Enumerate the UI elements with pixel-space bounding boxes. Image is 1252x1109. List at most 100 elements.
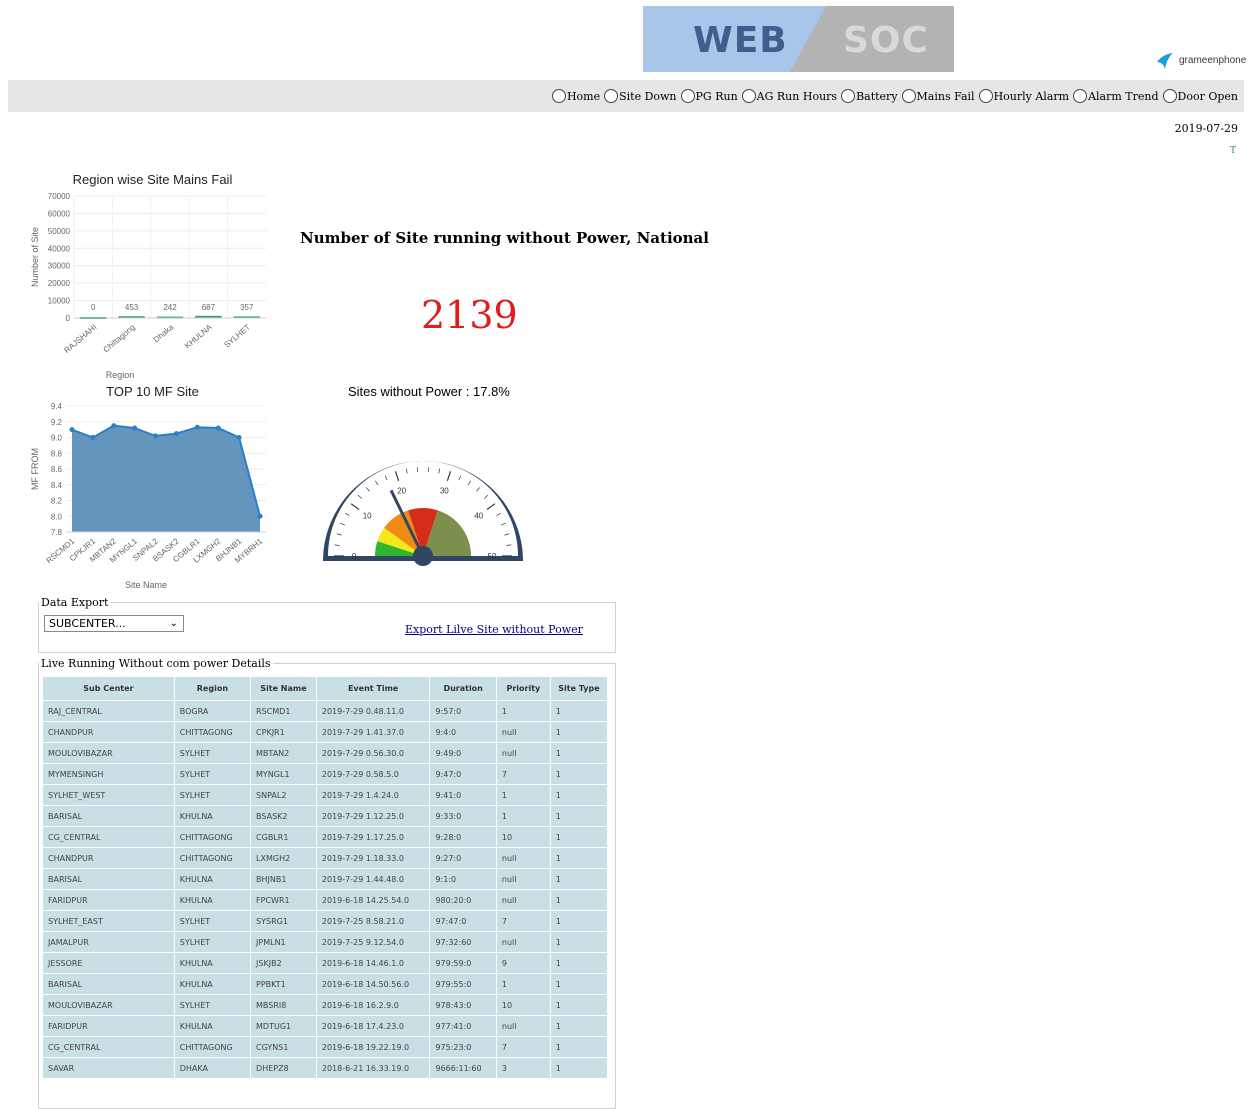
table-cell: 9:1:0 bbox=[430, 869, 496, 890]
bar-data-label: 357 bbox=[240, 303, 254, 312]
table-row[interactable]: SYLHET_EASTSYLHETSYSRG12019-7-25 8.58.21… bbox=[43, 911, 608, 932]
table-cell: FPCWR1 bbox=[251, 890, 317, 911]
nav-label-home: Home bbox=[567, 90, 600, 103]
radio-door-open[interactable] bbox=[1163, 89, 1177, 103]
area-ytick-label: 7.8 bbox=[51, 528, 63, 537]
table-cell: CGBLR1 bbox=[251, 827, 317, 848]
nav-item-battery[interactable]: Battery bbox=[841, 89, 897, 103]
subcenter-select[interactable]: SUBCENTER... ⌄ bbox=[44, 615, 184, 632]
nav-item-home[interactable]: Home bbox=[552, 89, 600, 103]
table-cell: 1 bbox=[550, 995, 607, 1016]
table-cell: SYLHET bbox=[174, 932, 250, 953]
table-cell: 9666:11:60 bbox=[430, 1058, 496, 1079]
nav-item-alarm-trend[interactable]: Alarm Trend bbox=[1073, 89, 1158, 103]
nav-label-alarm-trend: Alarm Trend bbox=[1088, 90, 1158, 103]
table-cell: null bbox=[496, 869, 550, 890]
column-header-site-name[interactable]: Site Name bbox=[251, 677, 317, 701]
table-cell: SYLHET bbox=[174, 995, 250, 1016]
table-cell: SYLHET bbox=[174, 764, 250, 785]
radio-site-down[interactable] bbox=[604, 89, 618, 103]
table-cell: 1 bbox=[496, 974, 550, 995]
table-cell: MOULOVIBAZAR bbox=[43, 743, 175, 764]
radio-mains-fail[interactable] bbox=[902, 89, 916, 103]
column-header-sub-center[interactable]: Sub Center bbox=[43, 677, 175, 701]
table-row[interactable]: CHANDPURCHITTAGONGCPKJR12019-7-29 1.41.3… bbox=[43, 722, 608, 743]
table-row[interactable]: BARISALKHULNAPPBKT12019-6-18 14.50.56.09… bbox=[43, 974, 608, 995]
column-header-priority[interactable]: Priority bbox=[496, 677, 550, 701]
table-cell: 1 bbox=[550, 974, 607, 995]
export-link[interactable]: Export Lilve Site without Power bbox=[405, 623, 583, 636]
table-cell: null bbox=[496, 848, 550, 869]
table-row[interactable]: JAMALPURSYLHETJPMLN12019-7-25 9.12.54.09… bbox=[43, 932, 608, 953]
bar-xtick-label: RAJSHAHI bbox=[62, 323, 98, 355]
column-header-region[interactable]: Region bbox=[174, 677, 250, 701]
table-cell: CGYNS1 bbox=[251, 1037, 317, 1058]
radio-pg-run[interactable] bbox=[681, 89, 695, 103]
table-cell: 1 bbox=[550, 911, 607, 932]
table-row[interactable]: MYMENSINGHSYLHETMYNGL12019-7-29 0.58.5.0… bbox=[43, 764, 608, 785]
sites-without-power-count: 2139 bbox=[421, 293, 518, 337]
table-cell: 1 bbox=[550, 848, 607, 869]
area-x-axis-label: Site Name bbox=[125, 580, 167, 590]
radio-ag-run-hours[interactable] bbox=[742, 89, 756, 103]
table-cell: DHEPZ8 bbox=[251, 1058, 317, 1079]
table-cell: 1 bbox=[550, 722, 607, 743]
table-cell: MBSRI8 bbox=[251, 995, 317, 1016]
table-cell: 979:55:0 bbox=[430, 974, 496, 995]
table-cell: 1 bbox=[550, 1058, 607, 1079]
table-row[interactable]: SAVARDHAKADHEPZ82018-6-21 16.33.19.09666… bbox=[43, 1058, 608, 1079]
table-cell: null bbox=[496, 932, 550, 953]
bar-x-axis-label: Region bbox=[106, 370, 135, 380]
table-row[interactable]: MOULOVIBAZARSYLHETMBTAN22019-7-29 0.56.3… bbox=[43, 743, 608, 764]
radio-home[interactable] bbox=[552, 89, 566, 103]
nav-item-door-open[interactable]: Door Open bbox=[1163, 89, 1238, 103]
radio-hourly-alarm[interactable] bbox=[979, 89, 993, 103]
nav-item-ag-run-hours[interactable]: AG Run Hours bbox=[742, 89, 837, 103]
nav-item-site-down[interactable]: Site Down bbox=[604, 89, 676, 103]
bar-data-label: 687 bbox=[202, 303, 216, 312]
table-row[interactable]: CG_CENTRALCHITTAGONGCGYNS12019-6-18 19.2… bbox=[43, 1037, 608, 1058]
table-cell: 3 bbox=[496, 1058, 550, 1079]
table-row[interactable]: SYLHET_WESTSYLHETSNPAL22019-7-29 1.4.24.… bbox=[43, 785, 608, 806]
table-cell: 9:4:0 bbox=[430, 722, 496, 743]
area-fill bbox=[72, 426, 260, 532]
nav-label-ag-run-hours: AG Run Hours bbox=[757, 90, 837, 103]
column-header-site-type[interactable]: Site Type bbox=[550, 677, 607, 701]
table-cell: 979:59:0 bbox=[430, 953, 496, 974]
subcenter-select-value: SUBCENTER... bbox=[49, 617, 126, 630]
table-row[interactable]: RAJ_CENTRALBOGRARSCMD12019-7-29 0.48.11.… bbox=[43, 701, 608, 722]
nav-item-pg-run[interactable]: PG Run bbox=[681, 89, 738, 103]
table-row[interactable]: FARIDPURKHULNAFPCWR12019-6-18 14.25.54.0… bbox=[43, 890, 608, 911]
table-cell: 2019-6-18 14.25.54.0 bbox=[316, 890, 430, 911]
table-cell: SYLHET bbox=[174, 743, 250, 764]
table-row[interactable]: CHANDPURCHITTAGONGLXMGH22019-7-29 1.18.3… bbox=[43, 848, 608, 869]
table-cell: 1 bbox=[496, 701, 550, 722]
table-cell: 1 bbox=[550, 785, 607, 806]
radio-alarm-trend[interactable] bbox=[1073, 89, 1087, 103]
table-cell: 2019-6-18 14.50.56.0 bbox=[316, 974, 430, 995]
table-cell: MBTAN2 bbox=[251, 743, 317, 764]
column-header-duration[interactable]: Duration bbox=[430, 677, 496, 701]
table-row[interactable]: MOULOVIBAZARSYLHETMBSRI82019-6-18 16.2.9… bbox=[43, 995, 608, 1016]
report-date: 2019-07-29 bbox=[1175, 122, 1238, 135]
gauge-tick-label: 30 bbox=[440, 486, 449, 495]
table-cell: CPKJR1 bbox=[251, 722, 317, 743]
nav-item-mains-fail[interactable]: Mains Fail bbox=[902, 89, 975, 103]
bar-ytick-label: 50000 bbox=[48, 227, 71, 236]
table-row[interactable]: BARISALKHULNABSASK22019-7-29 1.12.25.09:… bbox=[43, 806, 608, 827]
table-row[interactable]: CG_CENTRALCHITTAGONGCGBLR12019-7-29 1.17… bbox=[43, 827, 608, 848]
table-cell: 1 bbox=[550, 1037, 607, 1058]
table-cell: CHITTAGONG bbox=[174, 827, 250, 848]
table-cell: 7 bbox=[496, 764, 550, 785]
table-row[interactable]: FARIDPURKHULNAMDTUG12019-6-18 17.4.23.09… bbox=[43, 1016, 608, 1037]
nav-item-hourly-alarm[interactable]: Hourly Alarm bbox=[979, 89, 1070, 103]
table-cell: 977:41:0 bbox=[430, 1016, 496, 1037]
bar-ytick-label: 40000 bbox=[48, 244, 71, 253]
table-cell: JESSORE bbox=[43, 953, 175, 974]
table-row[interactable]: JESSOREKHULNAJSKJB22019-6-18 14.46.1.097… bbox=[43, 953, 608, 974]
table-cell: MYMENSINGH bbox=[43, 764, 175, 785]
bar-ytick-label: 0 bbox=[66, 314, 71, 323]
table-row[interactable]: BARISALKHULNABHJNB12019-7-29 1.44.48.09:… bbox=[43, 869, 608, 890]
radio-battery[interactable] bbox=[841, 89, 855, 103]
column-header-event-time[interactable]: Event Time bbox=[316, 677, 430, 701]
